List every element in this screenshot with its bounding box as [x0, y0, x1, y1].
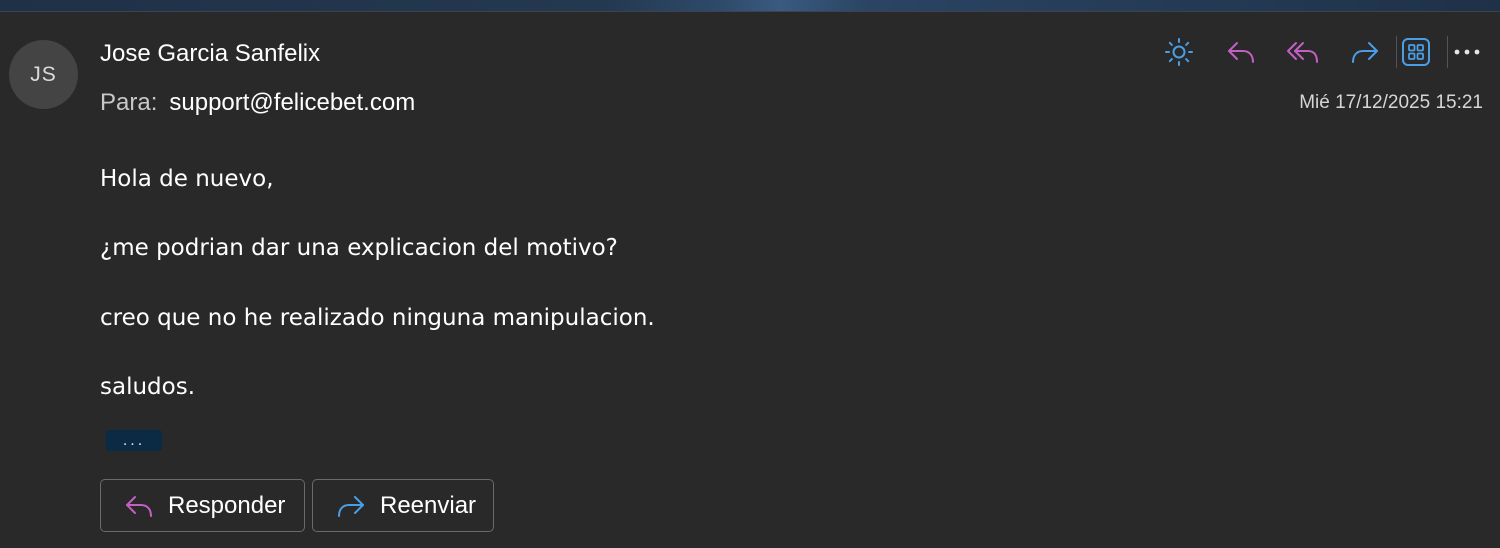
top-banner-strip — [0, 0, 1500, 12]
avatar-initials: JS — [30, 62, 57, 86]
reply-icon[interactable] — [1222, 33, 1260, 71]
sender-name[interactable]: Jose Garcia Sanfelix — [100, 40, 320, 68]
recipient-row: Para: support@felicebet.com — [100, 89, 415, 117]
message-toolbar — [1160, 33, 1486, 71]
recipient-address[interactable]: support@felicebet.com — [169, 89, 415, 117]
message-line: ¿me podrian dar una explicacion del moti… — [100, 235, 618, 261]
forward-icon[interactable] — [1346, 33, 1384, 71]
reply-icon — [126, 495, 152, 517]
reply-all-icon[interactable] — [1284, 33, 1322, 71]
avatar[interactable]: JS — [9, 40, 78, 109]
message-line: Hola de nuevo, — [100, 166, 274, 192]
more-options-icon[interactable] — [1448, 33, 1486, 71]
apps-icon[interactable] — [1397, 33, 1435, 71]
reply-button[interactable]: Responder — [100, 479, 305, 532]
show-quoted-text-button[interactable]: ... — [106, 430, 162, 451]
forward-button-label: Reenviar — [380, 491, 477, 519]
forward-icon — [338, 495, 364, 517]
sun-icon[interactable] — [1160, 33, 1198, 71]
recipient-label: Para: — [100, 89, 158, 116]
message-line: creo que no he realizado ninguna manipul… — [100, 305, 655, 331]
message-timestamp: Mié 17/12/2025 15:21 — [1299, 92, 1483, 113]
forward-button[interactable]: Reenviar — [312, 479, 494, 532]
message-line: saludos. — [100, 374, 196, 400]
reply-button-label: Responder — [168, 491, 286, 519]
